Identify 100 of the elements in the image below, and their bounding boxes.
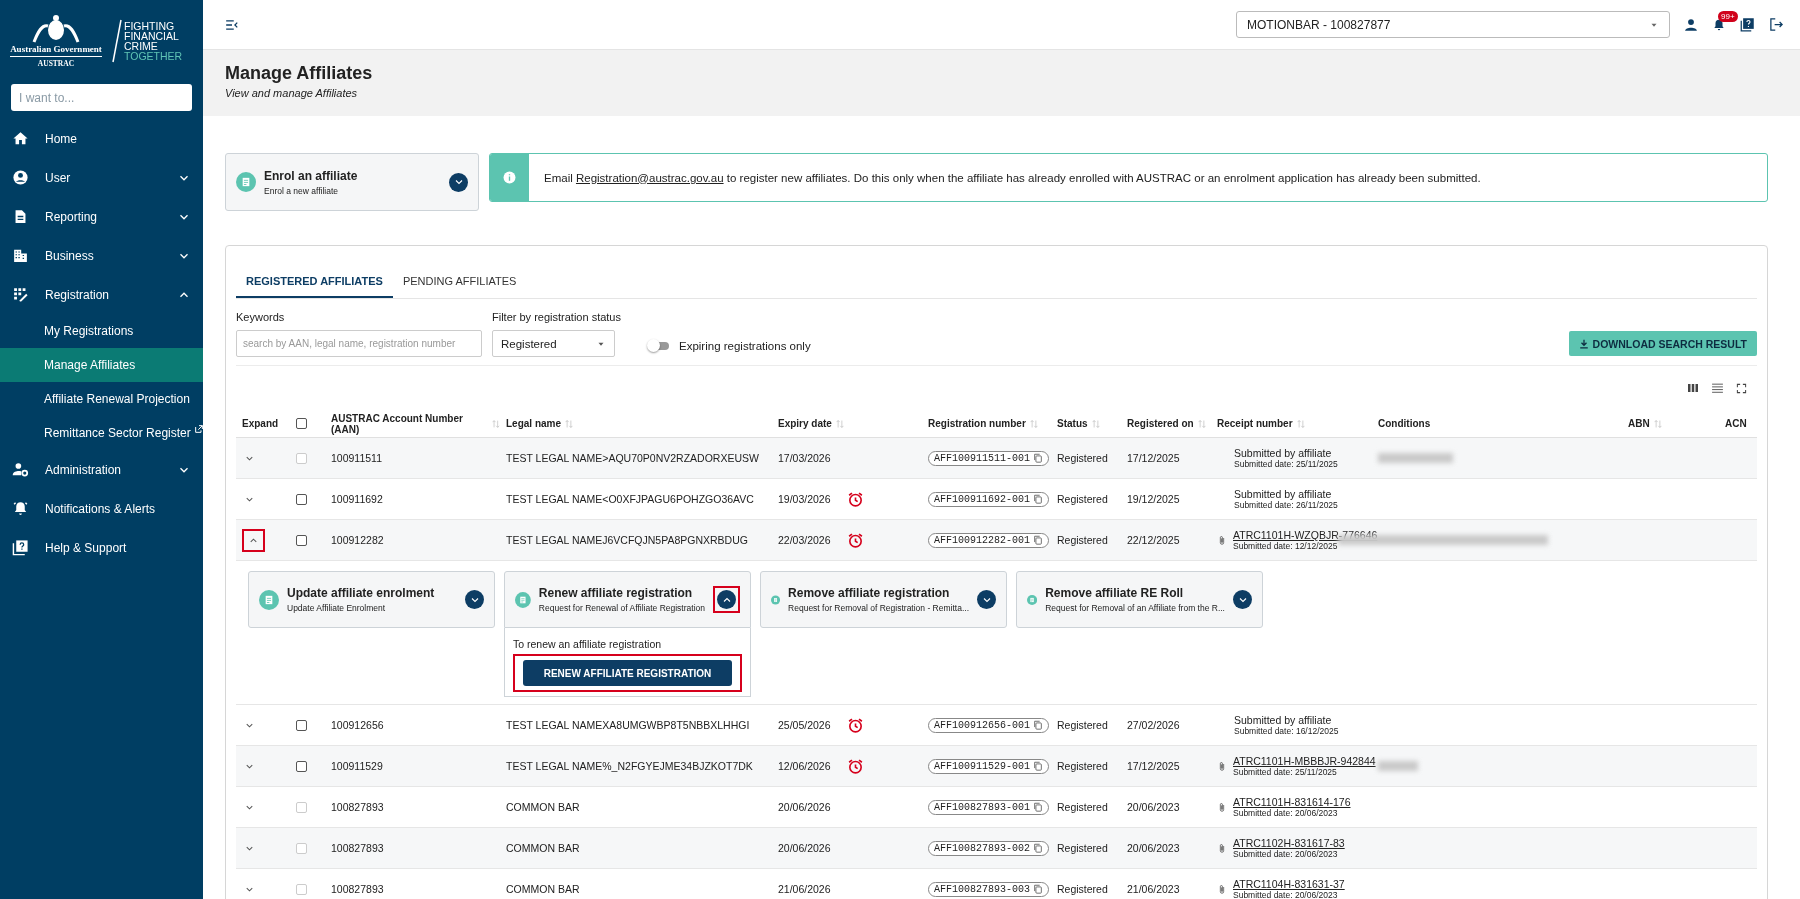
receipt-link[interactable]: ATRC1101H-WZQBJR-776646 (1233, 529, 1378, 541)
nav-subitem[interactable]: My Registrations (0, 314, 203, 348)
nav-item[interactable]: Home (0, 119, 203, 158)
sort-icon (492, 418, 500, 429)
column-header: Expand (241, 418, 280, 429)
column-header[interactable]: Expiry date (772, 418, 922, 429)
table-cell: 25/05/2026 (778, 719, 831, 731)
column-header[interactable]: Legal name (500, 418, 772, 429)
paperclip-icon (1217, 759, 1227, 773)
expand-toggle[interactable] (465, 590, 484, 609)
government-name: Australian Government (10, 44, 102, 57)
table-cell-text: 100827893 (330, 801, 385, 813)
sort-icon (1091, 418, 1100, 429)
help-icon (12, 539, 29, 556)
nav-item[interactable]: Help & Support (0, 528, 203, 567)
checkbox[interactable] (296, 418, 307, 429)
copy-icon[interactable] (1033, 720, 1043, 730)
user-settings-icon (12, 461, 29, 478)
nav-item[interactable]: Notifications & Alerts (0, 489, 203, 528)
copy-icon[interactable] (1033, 535, 1043, 545)
tab[interactable]: PENDING AFFILIATES (392, 267, 527, 298)
registration-number-chip: AFF100911511-001 (928, 450, 1049, 466)
card-subtitle: Request for Removal of Registration - Remitta... (788, 603, 969, 613)
nav-subitem[interactable]: Remittance Sector Register (0, 416, 203, 450)
columns-icon[interactable] (1687, 382, 1699, 394)
card-title: Update affiliate enrolment (287, 586, 436, 600)
card-subtitle: Request for Renewal of Affiliate Registration (538, 603, 705, 613)
toggle-label: Expiring registrations only (679, 340, 811, 352)
sort-icon (835, 418, 844, 429)
receipt-link[interactable]: ATRC1101H-MBBBJR-942844 (1233, 755, 1376, 767)
table-cell-text: Registered (1056, 534, 1109, 546)
column-header[interactable]: AUSTRAC Account Number (AAN) (325, 412, 500, 435)
density-icon[interactable] (1711, 381, 1724, 395)
table-cell-text: Registered (1056, 493, 1109, 505)
registration-number-chip: AFF100827893-001 (928, 799, 1049, 815)
info-message: Email Registration@austrac.gov.au to register new affiliates. Do this only when the affiliate has already enrolled with AUSTRAC or an enrolment application has already been submitted. (544, 171, 1481, 184)
nav-item[interactable]: Reporting (0, 197, 203, 236)
table-cell-text: 17/12/2025 (1126, 452, 1181, 464)
table-cell-text: 100912656 (330, 719, 385, 731)
table-cell-text: TEST LEGAL NAME%_N2FGYEJME34BJZKOT7DK (505, 760, 754, 772)
checkbox[interactable] (296, 760, 307, 772)
column-header[interactable]: ABN (1622, 418, 1719, 429)
help-icon[interactable] (1740, 17, 1755, 32)
nav-subitem[interactable]: Manage Affiliates (0, 348, 203, 382)
table-cell-text: 20/06/2023 (1126, 842, 1181, 854)
toggle-switch[interactable] (649, 342, 669, 350)
bell-icon[interactable] (1712, 17, 1726, 32)
user-icon[interactable] (1684, 17, 1698, 32)
column-header[interactable]: Status (1051, 418, 1121, 429)
table-cell-text: Registered (1056, 452, 1109, 464)
search-field[interactable]: I want to... (11, 84, 192, 111)
document-icon (236, 172, 256, 192)
fullscreen-icon[interactable] (1736, 382, 1747, 394)
entity-select[interactable]: MOTIONBAR - 100827877 (1236, 11, 1670, 38)
table-cell-text: 19/12/2025 (1126, 493, 1181, 505)
table-cell: 17/03/2026 (778, 452, 831, 464)
menu-collapse-icon[interactable] (225, 17, 239, 32)
receipt-status: Submitted by affiliate (1234, 488, 1332, 500)
keyword-search-field[interactable]: search by AAN, legal name, registration number (236, 330, 482, 357)
nav-subitem[interactable]: Affiliate Renewal Projection (0, 382, 203, 416)
registration-number-chip: AFF100912282-001 (928, 532, 1049, 548)
card-title: Remove affiliate RE Roll (1045, 586, 1185, 600)
table-cell-text: Registered (1056, 760, 1109, 772)
card-subtitle: Request for Removal of an Affiliate from the R... (1045, 603, 1225, 613)
paperclip-icon (1217, 533, 1227, 547)
nav-item[interactable]: Registration (0, 275, 203, 314)
slogan-line: FINANCIAL (124, 31, 180, 41)
table-cell-text: COMMON BAR (505, 801, 581, 813)
table-cell-text: 100911692 (330, 493, 384, 505)
nav-item[interactable]: Business (0, 236, 203, 275)
bell-icon (12, 500, 29, 517)
column-header: ACN (1724, 418, 1748, 429)
column-header[interactable]: Registered on (1121, 418, 1211, 429)
submitted-date: Submitted date: 25/11/2025 (1233, 767, 1338, 777)
expand-toggle[interactable] (449, 172, 468, 192)
expand-toggle[interactable] (977, 590, 996, 609)
table-cell-text: Registered (1056, 883, 1109, 895)
nav-item[interactable]: User (0, 158, 203, 197)
nav-item[interactable]: Administration (0, 450, 203, 489)
page-title: Manage Affiliates (225, 63, 374, 84)
email-link[interactable]: Registration@austrac.gov.au (575, 171, 724, 184)
column-header[interactable]: Receipt number (1211, 418, 1372, 429)
checkbox[interactable] (296, 493, 307, 505)
table-cell: 12/06/2026 (778, 760, 831, 772)
card-title: Remove affiliate registration (788, 586, 951, 600)
copy-icon[interactable] (1033, 761, 1043, 771)
expand-toggle[interactable] (1233, 590, 1252, 609)
action-description: To renew an affiliate registration (513, 638, 663, 650)
checkbox[interactable] (296, 534, 307, 546)
checkbox[interactable] (296, 719, 307, 731)
download-button[interactable]: DOWNLOAD SEARCH RESULT (1568, 331, 1757, 356)
logout-icon[interactable] (1769, 17, 1784, 32)
column-header[interactable]: Registration number (922, 418, 1051, 429)
document-icon (515, 589, 531, 610)
tab[interactable]: REGISTERED AFFILIATES (236, 267, 393, 298)
home-icon (12, 130, 29, 147)
status-select[interactable]: Registered (492, 330, 615, 357)
copy-icon[interactable] (1033, 494, 1043, 504)
renew-button[interactable]: RENEW AFFILIATE REGISTRATION (523, 660, 732, 686)
table-cell-text: 100911511 (330, 452, 383, 464)
